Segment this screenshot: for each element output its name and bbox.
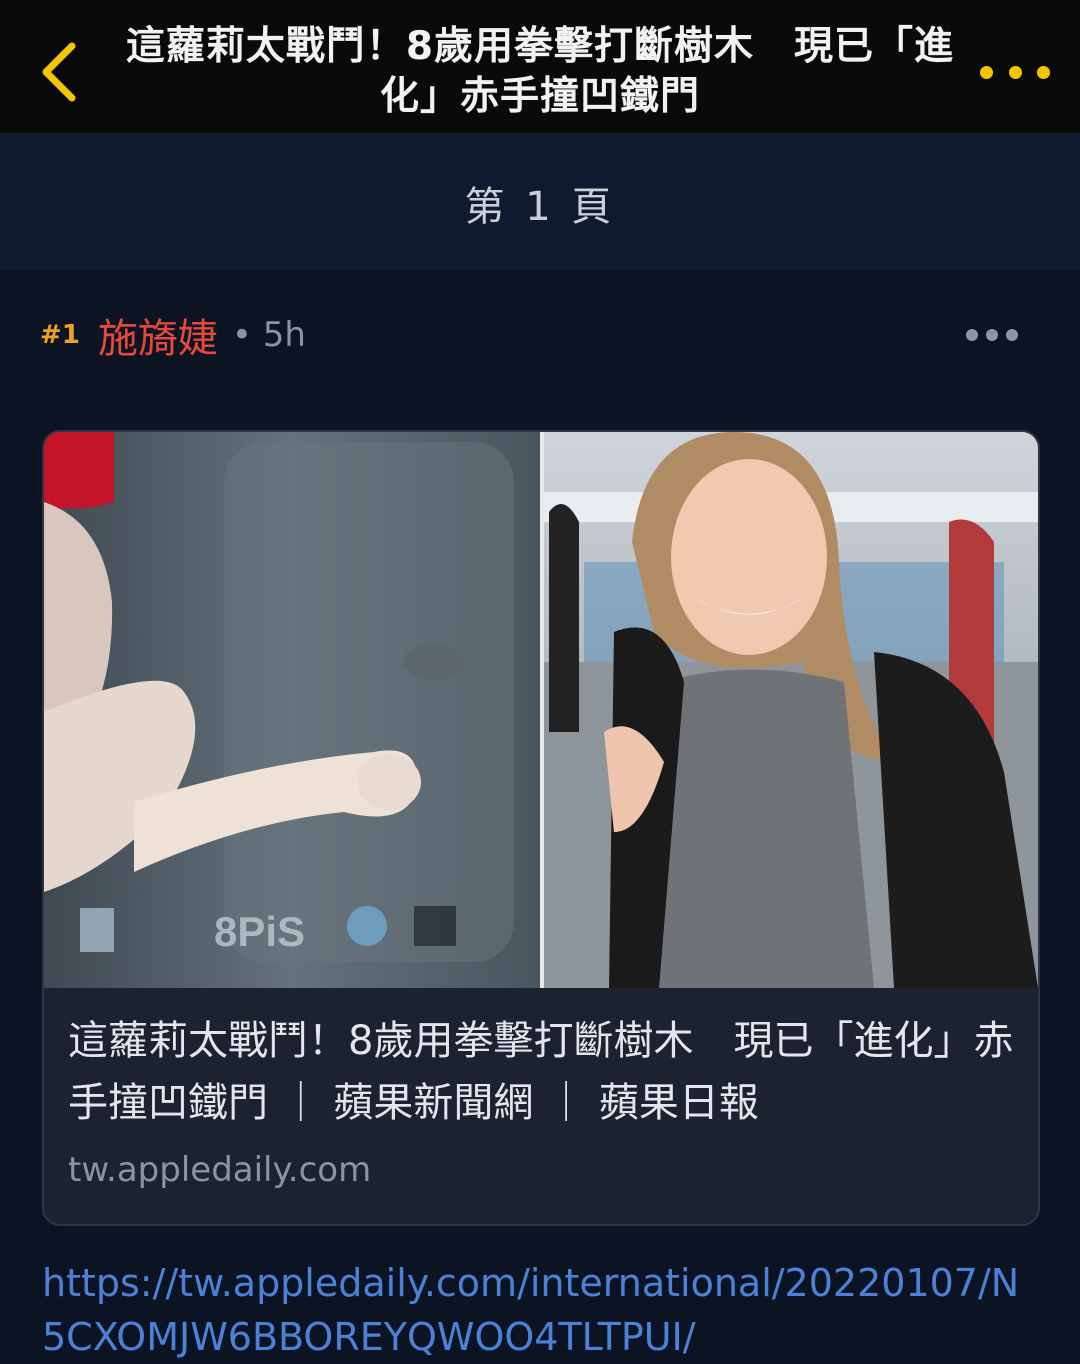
more-horizontal-icon bbox=[966, 329, 978, 341]
link-preview-title: 這蘿莉太戰鬥！8歲用拳擊打斷樹木 現已「進化」赤手撞凹鐵門 ｜ 蘋果新聞網 ｜ … bbox=[68, 1018, 1014, 1126]
svg-text:8PiS: 8PiS bbox=[214, 908, 305, 955]
link-preview-domain: tw.appledaily.com bbox=[68, 1150, 372, 1190]
thread-title: 這蘿莉太戰鬥！8歲用拳擊打斷樹木 現已「進化」赤手撞凹鐵門 bbox=[125, 24, 955, 119]
link-preview-image: 8PiS bbox=[44, 432, 1038, 988]
more-options-button[interactable] bbox=[980, 52, 1050, 92]
back-button[interactable] bbox=[30, 36, 86, 108]
page-indicator: 第 1 頁 bbox=[464, 184, 616, 230]
post-url-link[interactable]: https://tw.appledaily.com/international/… bbox=[42, 1256, 1042, 1364]
author-name[interactable]: 施旖婕 bbox=[98, 306, 218, 364]
post-header: #1 施旖婕 • 5h bbox=[40, 305, 1040, 365]
top-bar: 這蘿莉太戰鬥！8歲用拳擊打斷樹木 現已「進化」赤手撞凹鐵門 bbox=[0, 0, 1080, 134]
link-preview-card[interactable]: 8PiS 這蘿莉太戰鬥！8歲用拳擊打斷樹木 現已「進化」赤手撞凹鐵門 ｜ 蘋果新… bbox=[42, 430, 1040, 1226]
chevron-left-icon bbox=[42, 42, 76, 102]
more-horizontal-icon bbox=[980, 65, 993, 79]
post-more-button[interactable] bbox=[966, 322, 1018, 348]
post-time: • 5h bbox=[231, 315, 306, 355]
floor-number: #1 bbox=[40, 320, 80, 350]
